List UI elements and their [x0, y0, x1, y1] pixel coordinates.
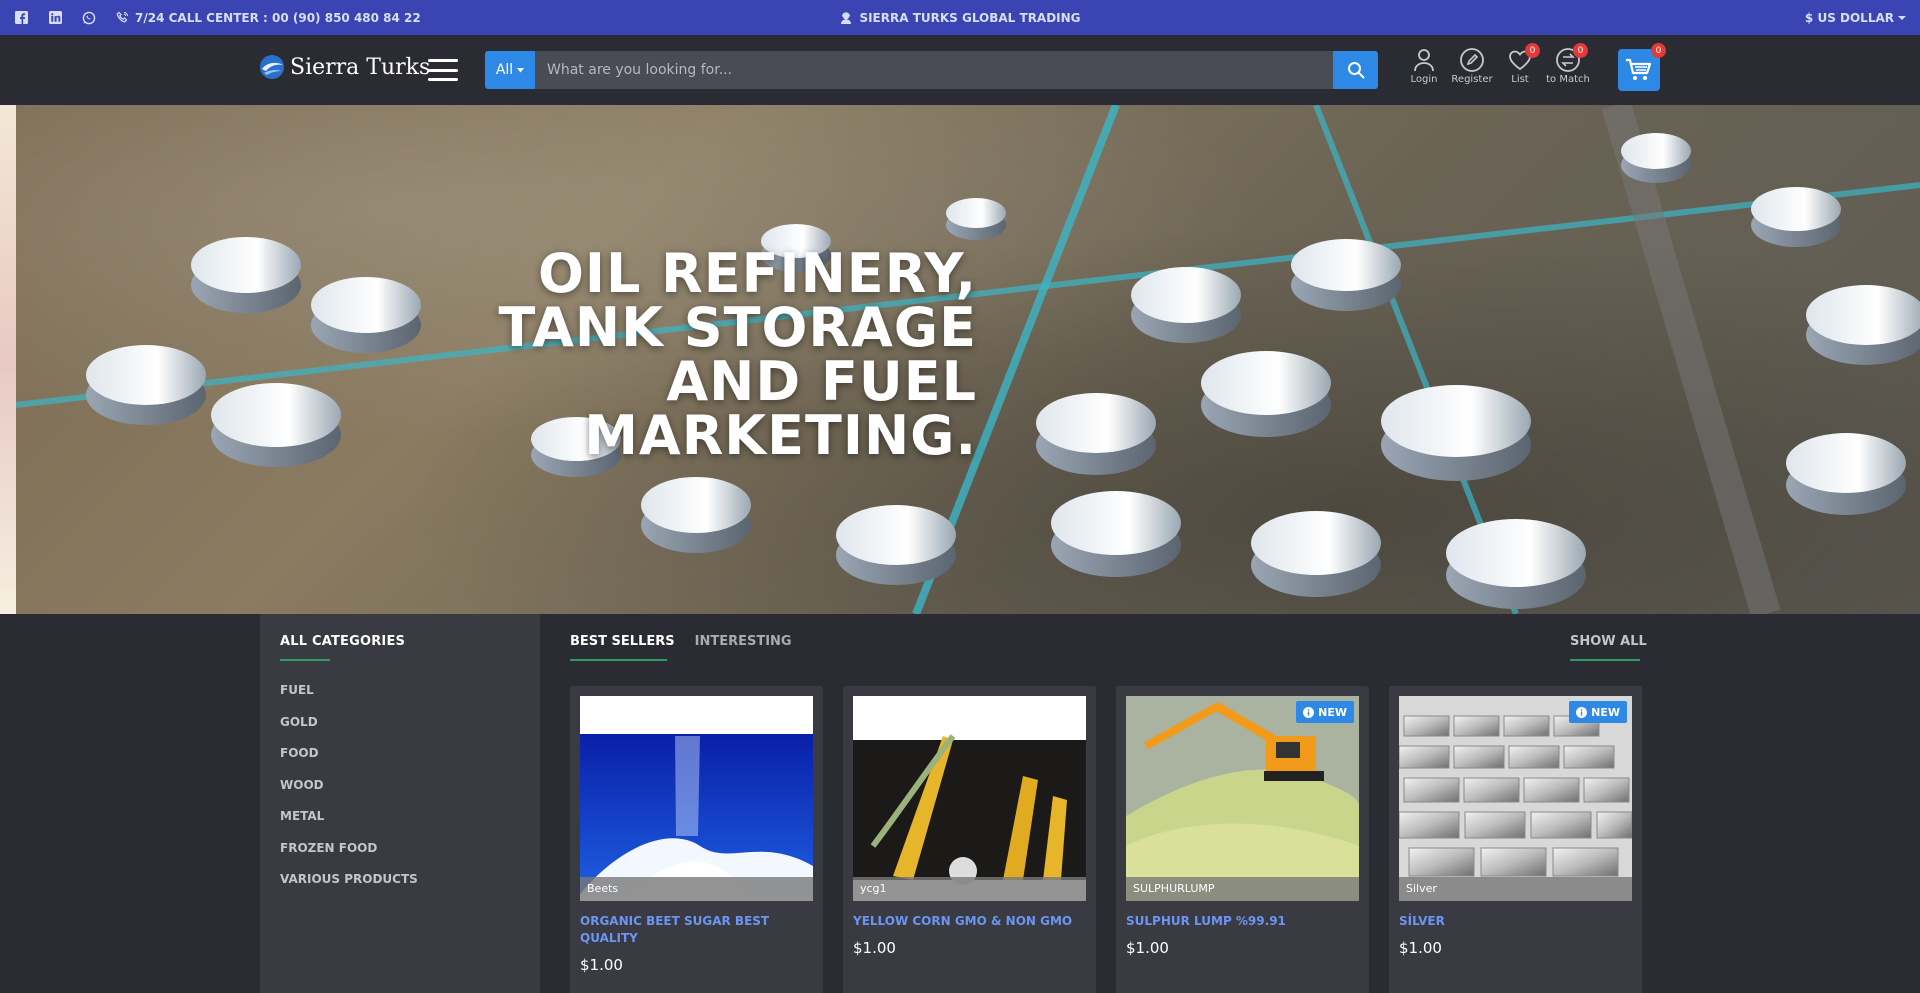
product-image[interactable]: NEW SULPHURLUMP	[1126, 696, 1359, 901]
product-price: $1.00	[853, 939, 896, 957]
product-name[interactable]: ORGANIC BEET SUGAR BEST QUALITY	[580, 913, 813, 947]
caret-down-icon	[517, 67, 525, 72]
pencil-icon	[1460, 48, 1484, 72]
currency-selector[interactable]: $ US DOLLAR	[1805, 0, 1906, 35]
category-item-food[interactable]: FOOD	[280, 746, 520, 778]
product-price: $1.00	[580, 956, 623, 974]
category-item-gold[interactable]: GOLD	[280, 715, 520, 747]
search-input[interactable]	[535, 51, 1333, 89]
category-item-fuel[interactable]: FUEL	[280, 683, 520, 715]
login-button[interactable]: Login	[1406, 47, 1442, 85]
cart-count-badge: 0	[1651, 43, 1666, 58]
search-bar: All	[485, 51, 1378, 89]
product-card[interactable]: NEW SULPHURLUMP SULPHUR LUMP %99.91 $1.0…	[1116, 686, 1369, 993]
product-image-caption: Silver	[1399, 877, 1632, 901]
wishlist-count-badge: 0	[1525, 43, 1540, 58]
product-card[interactable]: NEW Silver SİLVER $1.00	[1389, 686, 1642, 993]
new-badge-text: NEW	[1591, 705, 1620, 719]
product-tabs: BEST SELLERS INTERESTING	[570, 634, 792, 661]
hero-title-line-4: MARKETING.	[584, 404, 977, 467]
caret-down-icon	[1898, 15, 1906, 20]
hero-title-line-1: OIL REFINERY,	[537, 242, 977, 305]
product-image[interactable]: Beets	[580, 696, 813, 901]
call-center-text: 7/24 CALL CENTER : 00 (90) 850 480 84 22	[135, 10, 421, 25]
sulphur-image	[1126, 696, 1359, 901]
category-item-frozen-food[interactable]: FROZEN FOOD	[280, 841, 520, 873]
top-bar-left: 7/24 CALL CENTER : 00 (90) 850 480 84 22	[14, 0, 421, 35]
new-badge: NEW	[1296, 701, 1354, 723]
whatsapp-icon[interactable]	[82, 11, 96, 25]
corn-image	[853, 696, 1086, 901]
wishlist-button[interactable]: 0 List	[1502, 43, 1540, 85]
tab-best-sellers[interactable]: BEST SELLERS	[570, 634, 675, 661]
wishlist-label: List	[1511, 74, 1529, 85]
hero-title-line-2: TANK STORAGE	[498, 296, 977, 359]
top-bar: 7/24 CALL CENTER : 00 (90) 850 480 84 22…	[0, 0, 1920, 35]
search-category-select[interactable]: All	[485, 51, 535, 89]
category-item-wood[interactable]: WOOD	[280, 778, 520, 810]
product-card[interactable]: Beets ORGANIC BEET SUGAR BEST QUALITY $1…	[570, 686, 823, 993]
cart-button[interactable]: 0	[1618, 43, 1666, 91]
hero-banner[interactable]: OIL REFINERY, TANK STORAGE AND FUEL MARK…	[0, 105, 1920, 614]
call-center[interactable]: 7/24 CALL CENTER : 00 (90) 850 480 84 22	[116, 11, 421, 25]
new-badge-text: NEW	[1318, 705, 1347, 719]
register-button[interactable]: Register	[1451, 47, 1493, 85]
search-category-label: All	[495, 62, 514, 78]
compare-label: to Match	[1546, 74, 1590, 85]
linkedin-icon[interactable]	[48, 11, 62, 25]
sidebar-title-underline	[280, 659, 330, 661]
product-name[interactable]: SİLVER	[1399, 913, 1632, 930]
cart-icon	[1626, 58, 1652, 80]
product-image-caption: Beets	[580, 877, 813, 901]
hero-slide-edge	[0, 105, 16, 614]
product-price: $1.00	[1399, 939, 1442, 957]
show-all-link[interactable]: SHOW ALL	[1570, 634, 1647, 661]
logo-text: Sierra Turks	[290, 54, 431, 80]
facebook-icon[interactable]	[14, 11, 28, 25]
tab-interesting[interactable]: INTERESTING	[695, 634, 792, 661]
logo-globe-icon	[260, 55, 284, 79]
sugar-image	[580, 696, 813, 901]
product-name[interactable]: YELLOW CORN GMO & NON GMO	[853, 913, 1086, 930]
user-icon	[1414, 49, 1434, 72]
new-badge: NEW	[1569, 701, 1627, 723]
category-sidebar: ALL CATEGORIES FUEL GOLD FOOD WOOD METAL…	[260, 614, 540, 993]
phone-icon	[116, 11, 128, 23]
support-agent-icon	[841, 11, 852, 24]
product-image[interactable]: NEW Silver	[1399, 696, 1632, 901]
category-list: FUEL GOLD FOOD WOOD METAL FROZEN FOOD VA…	[280, 683, 520, 904]
currency-text: $ US DOLLAR	[1804, 10, 1894, 25]
sidebar-title: ALL CATEGORIES	[280, 634, 406, 649]
product-name[interactable]: SULPHUR LUMP %99.91	[1126, 913, 1359, 930]
product-price: $1.00	[1126, 939, 1169, 957]
compare-count-badge: 0	[1573, 43, 1588, 58]
hero-title-line-3: AND FUEL	[666, 350, 977, 413]
product-card[interactable]: ycg1 YELLOW CORN GMO & NON GMO $1.00	[843, 686, 1096, 993]
category-item-various-products[interactable]: VARIOUS PRODUCTS	[280, 872, 520, 904]
product-image-caption: SULPHURLUMP	[1126, 877, 1359, 901]
company-name-text: SIERRA TURKS GLOBAL TRADING	[859, 10, 1081, 25]
search-icon	[1347, 62, 1364, 79]
info-icon	[1576, 706, 1588, 718]
hero-title: OIL REFINERY, TANK STORAGE AND FUEL MARK…	[417, 247, 977, 463]
compare-button[interactable]: 0 to Match	[1546, 43, 1590, 85]
menu-hamburger-icon[interactable]	[428, 59, 458, 81]
site-logo[interactable]: Sierra Turks	[258, 53, 430, 81]
register-label: Register	[1451, 74, 1493, 85]
product-image-caption: ycg1	[853, 877, 1086, 901]
info-icon	[1303, 706, 1315, 718]
product-grid: Beets ORGANIC BEET SUGAR BEST QUALITY $1…	[570, 686, 1642, 993]
main-header: Sierra Turks All Login Register 0 List	[0, 35, 1920, 105]
header-actions: Login Register 0 List 0 to Match	[1406, 43, 1590, 85]
login-label: Login	[1410, 74, 1438, 85]
product-image[interactable]: ycg1	[853, 696, 1086, 901]
search-button[interactable]	[1333, 51, 1378, 89]
category-item-metal[interactable]: METAL	[280, 809, 520, 841]
silver-bars-image	[1399, 696, 1632, 901]
